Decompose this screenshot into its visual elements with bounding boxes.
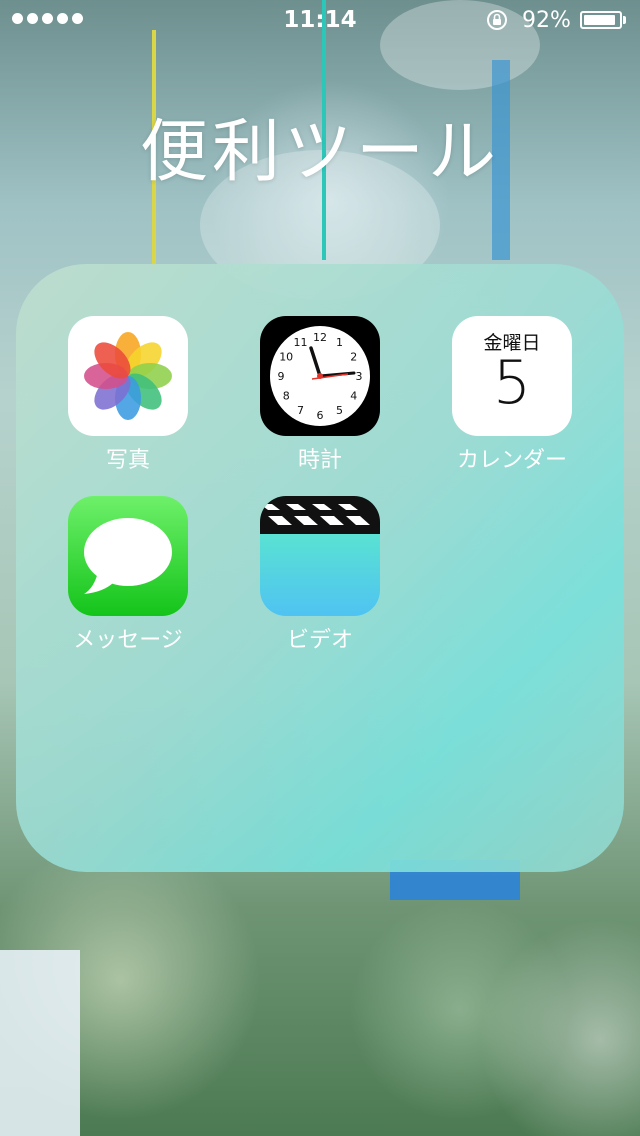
clock-number: 5 bbox=[336, 404, 343, 417]
battery-tip bbox=[623, 16, 626, 24]
app-label: カレンダー bbox=[456, 448, 567, 473]
photos-icon[interactable] bbox=[68, 316, 188, 436]
app-photos[interactable]: 写真 bbox=[43, 316, 213, 474]
clock-number: 12 bbox=[313, 331, 327, 344]
folder-title[interactable]: 便利ツール bbox=[0, 96, 640, 195]
clock-number: 11 bbox=[294, 336, 308, 349]
clock-number: 2 bbox=[350, 351, 357, 364]
app-label: 写真 bbox=[105, 448, 150, 473]
clock-number: 9 bbox=[278, 370, 285, 383]
rotation-lock-icon bbox=[487, 10, 507, 30]
app-calendar[interactable]: 金曜日 5 カレンダー bbox=[427, 316, 597, 474]
app-label: 時計 bbox=[297, 448, 342, 473]
battery-icon bbox=[580, 11, 622, 29]
clock-number: 4 bbox=[350, 390, 357, 403]
clock-number: 1 bbox=[336, 336, 343, 349]
app-videos[interactable]: ビデオ bbox=[235, 496, 405, 654]
battery-level-fill bbox=[584, 15, 615, 25]
clock-number: 8 bbox=[283, 390, 290, 403]
app-label: ビデオ bbox=[286, 628, 353, 653]
calendar-date: 5 bbox=[492, 348, 532, 418]
clock-number: 10 bbox=[279, 351, 293, 364]
messages-icon[interactable] bbox=[68, 496, 188, 616]
status-bar: 11:14 92% bbox=[0, 0, 640, 40]
clock-number: 7 bbox=[297, 404, 304, 417]
clock-icon[interactable]: 12 1 2 3 4 5 6 7 8 9 10 11 bbox=[260, 316, 380, 436]
wallpaper-paper-strip bbox=[0, 950, 80, 1136]
app-messages[interactable]: メッセージ bbox=[43, 496, 213, 654]
calendar-icon[interactable]: 金曜日 5 bbox=[452, 316, 572, 436]
clock-number: 3 bbox=[356, 370, 363, 383]
app-label: メッセージ bbox=[73, 628, 183, 653]
battery-percentage: 92% bbox=[522, 8, 571, 33]
folder-panel: 写真 12 1 2 3 4 5 6 7 8 9 10 11 時計 金曜日 5 カレンダー bbox=[16, 264, 624, 872]
videos-icon[interactable] bbox=[260, 496, 380, 616]
app-clock[interactable]: 12 1 2 3 4 5 6 7 8 9 10 11 時計 bbox=[235, 316, 405, 474]
clock-number: 6 bbox=[317, 409, 324, 422]
